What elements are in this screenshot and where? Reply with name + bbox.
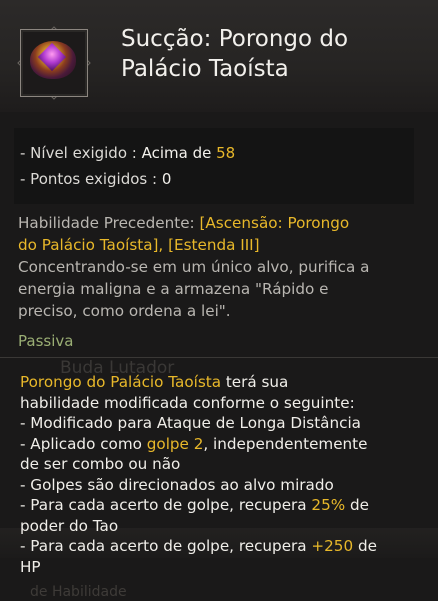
effect-line-7: - Para cada acerto de golpe, recupera 25… [20,495,420,516]
skill-icon-frame [8,17,98,107]
tooltip-header: Sucção: Porongo do Palácio Taoísta [0,0,438,112]
skill-title-line1: Sucção: Porongo do [121,26,349,52]
level-label: - Nível exigido [20,144,128,162]
effect-l7-b: de [345,496,369,514]
prereq-line1: Habilidade Precedente: [Ascensão: Porong… [18,212,418,234]
points-value: 0 [161,170,172,188]
effect-l7-hl: 25% [311,496,346,514]
level-prefix: Acima de [141,144,217,162]
effect-line-1: Porongo do Palácio Taoísta terá sua [20,372,420,393]
effect-l4-hl: golpe 2 [146,434,204,453]
skill-description: Habilidade Precedente: [Ascensão: Porong… [18,212,418,322]
effect-line-9: - Para cada acerto de golpe, recupera +2… [20,536,420,557]
skill-title-line2: Palácio Taoísta [121,56,289,82]
points-sep: : [147,170,162,188]
points-requirement: - Pontos exigidos : 0 [20,170,171,188]
level-sep: : [127,144,142,162]
effect-l4-b: , independentemente [203,434,368,453]
passive-effect: Porongo do Palácio Taoísta terá sua habi… [20,372,420,577]
effect-line-5: de ser combo ou não [20,455,181,473]
level-requirement: - Nível exigido : Acima de 58 [20,144,235,162]
effect-l4-a: - Aplicado como [20,434,147,453]
effect-line-10: HP [20,557,41,576]
desc-line3: Concentrando-se em um único alvo, purifi… [18,258,370,276]
effect-l9-b: de [353,537,377,555]
effect-l1-rest: terá sua [221,373,289,391]
effect-l9-a: - Para cada acerto de golpe, recupera [20,537,312,555]
desc-line4: energia maligna e a armazena "Rápido e [18,280,329,298]
prereq-skill-1: [Ascensão: Porongo [199,214,350,232]
effect-skill-name: Porongo do Palácio Taoísta [20,373,222,391]
effect-l9-hl: +250 [311,537,354,555]
passive-label: Passiva [18,332,74,350]
effect-line-4: - Aplicado como golpe 2, independentemen… [20,434,420,455]
prereq-label: Habilidade Precedente: [18,214,200,232]
effect-line-3: - Modificado para Ataque de Longa Distân… [20,414,361,432]
points-label: - Pontos exigidos [20,170,148,188]
requirements-box: - Nível exigido : Acima de 58 - Pontos e… [14,128,414,204]
skill-title: Sucção: Porongo do Palácio Taoísta [121,24,421,84]
desc-line5: preciso, como ordena a lei". [18,302,231,320]
background-ghost-text-3: de Habilidade [30,584,127,600]
prereq-line2: do Palácio Taoísta], [Estenda III] [18,236,260,254]
level-value: 58 [216,144,236,162]
effect-line-6: - Golpes são direcionados ao alvo mirado [20,475,334,494]
effect-line-8: poder do Tao [20,516,119,535]
effect-line-2: habilidade modificada conforme o seguint… [20,393,355,412]
effect-l7-a: - Para cada acerto de golpe, recupera [20,496,312,514]
